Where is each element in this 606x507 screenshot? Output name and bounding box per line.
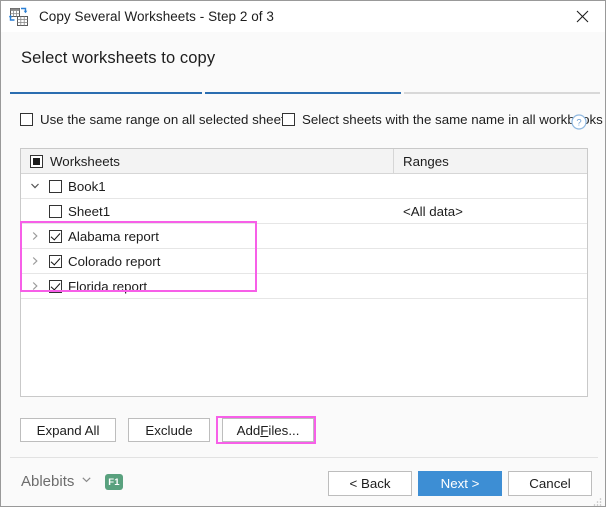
row-checkbox[interactable] <box>49 279 62 293</box>
tree-header-ranges: Ranges <box>394 149 587 173</box>
tree-cell-name: Book1 <box>21 175 394 198</box>
range-value: <All data> <box>403 203 463 219</box>
tree-cell-name: Alabama report <box>21 225 394 248</box>
svg-text:?: ? <box>576 118 581 129</box>
add-files-button[interactable]: Add Files... <box>222 418 314 442</box>
page-title: Select worksheets to copy <box>21 49 216 67</box>
table-row[interactable]: Book1 <box>21 174 587 199</box>
row-label: Alabama report <box>68 228 159 244</box>
copy-worksheets-icon <box>8 7 31 27</box>
add-files-label-post: iles... <box>268 422 300 438</box>
row-label: Florida report <box>68 278 148 294</box>
row-label: Book1 <box>68 178 106 194</box>
chevron-down-icon[interactable] <box>27 178 43 194</box>
column-header-ranges: Ranges <box>403 153 449 169</box>
help-circle-icon[interactable]: ? <box>571 114 587 130</box>
tree-cell-range <box>394 175 587 198</box>
options-row: Use the same range on all selected sheet… <box>1 106 605 138</box>
close-button[interactable] <box>560 1 605 32</box>
next-button[interactable]: Next > <box>418 471 502 496</box>
add-files-accel: F <box>260 422 269 438</box>
row-label: Colorado report <box>68 253 161 269</box>
close-icon <box>576 10 589 23</box>
chevron-down-icon <box>81 472 92 490</box>
chevron-right-icon[interactable] <box>27 253 43 269</box>
step-progress-bar <box>10 91 600 94</box>
select-all-checkbox[interactable] <box>30 154 43 168</box>
table-row[interactable]: Alabama report <box>21 224 587 249</box>
footer-buttons: < Back Next > Cancel <box>328 471 592 496</box>
expand-all-button[interactable]: Expand All <box>20 418 116 442</box>
resize-grip[interactable] <box>592 494 602 506</box>
back-button[interactable]: < Back <box>328 471 412 496</box>
tree-header-worksheets: Worksheets <box>21 149 394 173</box>
tree-action-buttons: Expand All Exclude Add Files... <box>20 418 314 442</box>
checkbox-label-same-name: Select sheets with the same name in all … <box>302 112 603 127</box>
table-row[interactable]: Colorado report <box>21 249 587 274</box>
row-checkbox[interactable] <box>49 179 62 193</box>
step-segment-2 <box>205 92 401 94</box>
worksheets-tree[interactable]: Worksheets Ranges Book1 Sheet1 <All data… <box>20 148 588 397</box>
checkbox-select-same-name[interactable]: Select sheets with the same name in all … <box>282 112 603 127</box>
tree-cell-name: Colorado report <box>21 250 394 273</box>
tree-cell-range <box>394 225 587 248</box>
ablebits-menu[interactable]: Ablebits <box>21 472 92 490</box>
title-bar: Copy Several Worksheets - Step 2 of 3 <box>1 1 605 32</box>
exclude-button[interactable]: Exclude <box>128 418 210 442</box>
checkbox-label-same-range: Use the same range on all selected sheet… <box>40 112 292 127</box>
checkbox-use-same-range[interactable]: Use the same range on all selected sheet… <box>20 112 291 127</box>
window-title: Copy Several Worksheets - Step 2 of 3 <box>39 9 274 24</box>
checkbox-box-same-name[interactable] <box>282 113 295 126</box>
f1-shortcut-badge[interactable]: F1 <box>105 474 123 490</box>
cancel-button[interactable]: Cancel <box>508 471 592 496</box>
row-checkbox[interactable] <box>49 204 62 218</box>
table-row[interactable]: Sheet1 <All data> <box>21 199 587 224</box>
row-checkbox[interactable] <box>49 254 62 268</box>
row-checkbox[interactable] <box>49 229 62 243</box>
tree-cell-range <box>394 275 587 298</box>
add-files-label-pre: Add <box>236 422 261 438</box>
step-segment-1 <box>10 92 202 94</box>
tree-cell-range <box>394 250 587 273</box>
tree-cell-name: Florida report <box>21 275 394 298</box>
table-row[interactable]: Florida report <box>21 274 587 299</box>
checkbox-box-same-range[interactable] <box>20 113 33 126</box>
dialog-window: Copy Several Worksheets - Step 2 of 3 Se… <box>0 0 606 507</box>
tree-empty-area <box>21 299 587 396</box>
column-header-worksheets: Worksheets <box>50 153 120 169</box>
tree-cell-name: Sheet1 <box>21 200 394 223</box>
tree-cell-range: <All data> <box>394 200 587 223</box>
tree-header-row: Worksheets Ranges <box>21 149 587 174</box>
footer-bar: Ablebits < Back Next > Cancel <box>2 458 605 506</box>
ablebits-label: Ablebits <box>21 472 75 490</box>
row-label: Sheet1 <box>68 203 111 219</box>
header-band: Select worksheets to copy <box>2 32 605 94</box>
chevron-right-icon[interactable] <box>27 278 43 294</box>
chevron-right-icon[interactable] <box>27 228 43 244</box>
step-segment-3 <box>404 92 600 94</box>
